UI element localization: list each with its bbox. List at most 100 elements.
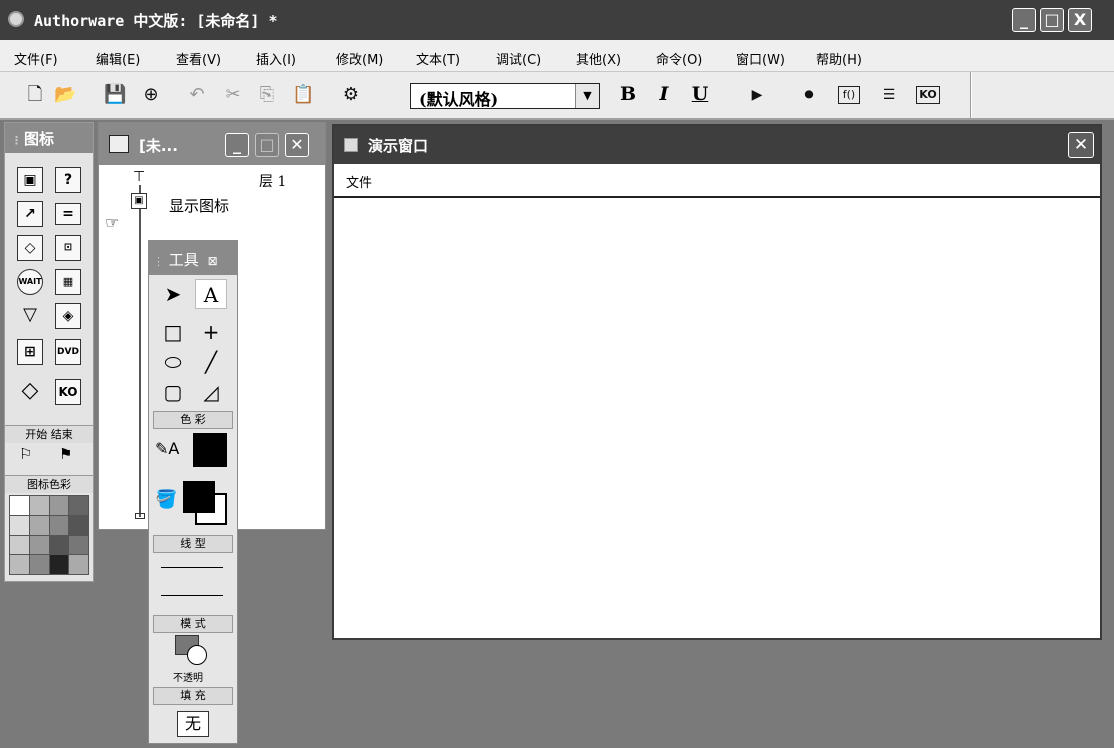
import-icon[interactable]: ⊕ [140,84,162,106]
menu-edit[interactable]: 编辑(E) [96,49,140,68]
color-swatch[interactable] [10,555,29,574]
knowledge-object-icon[interactable]: KO [55,379,81,405]
layer-label: 层 1 [259,174,287,190]
toolbar: 🗋 📂 💾 ⊕ ↶ ✂ ⎘ 📋 ⚙ (默认风格) ▼ B I U ▶ ⏺ f()… [0,72,1114,120]
polygon-tool[interactable]: ◿ [195,377,227,407]
underline-button[interactable]: U [688,82,712,106]
close-button[interactable]: X [1068,8,1092,32]
line-style-thin[interactable] [161,567,223,568]
paste-icon[interactable]: 📋 [292,84,314,106]
motion-icon[interactable]: ? [55,167,81,193]
line-tool[interactable]: ╱ [195,347,227,377]
navigate-icon[interactable]: ◇ [17,235,43,261]
color-swatch[interactable] [10,515,29,535]
icon-palette-header[interactable]: ⋮ 图标 [5,123,93,153]
color-swatch[interactable] [29,555,49,574]
run-icon[interactable]: ▶ [746,84,768,106]
presentation-close-button[interactable]: ✕ [1068,132,1094,158]
display-icon[interactable]: ▣ [17,167,43,193]
maximize-button[interactable]: □ [1040,8,1064,32]
display-icon[interactable]: ▣ [131,193,147,209]
digital-movie-icon[interactable]: ⊞ [17,339,43,365]
open-icon[interactable]: 📂 [54,84,76,106]
icon-color-grid[interactable] [9,495,89,575]
end-flag-icon[interactable]: ⚑ [59,445,72,463]
erase-icon[interactable]: ↗ [17,201,43,227]
calculation-icon[interactable]: ▽ [17,303,43,329]
map-icon[interactable]: ◈ [55,303,81,329]
menu-help[interactable]: 帮助(H) [816,49,862,68]
color-swatch[interactable] [10,496,29,515]
tools-palette-header[interactable]: ⋮ 工具 ⊠ [149,241,237,275]
ellipse-tool[interactable]: ⬭ [157,347,189,377]
cut-icon[interactable]: ✂ [222,84,244,106]
pointer-tool[interactable]: ➤ [157,279,189,309]
menu-control[interactable]: 调试(C) [496,49,541,68]
fill-color-swatch[interactable] [183,481,215,513]
menu-window[interactable]: 窗口(W) [736,49,785,68]
color-swatch[interactable] [49,496,69,515]
close-icon[interactable]: ⊠ [208,254,218,268]
wait-icon[interactable]: = [55,203,81,225]
rectangle-tool[interactable]: □ [157,317,189,347]
color-swatch[interactable] [69,555,88,574]
flowline-window-titlebar[interactable]: [未... _ □ ✕ [99,123,325,165]
copy-icon[interactable]: ⎘ [256,84,278,106]
functions-icon[interactable]: f() [838,86,860,104]
video-icon[interactable]: ◇ [17,379,43,405]
foreground-color-swatch[interactable] [193,433,227,467]
framework-icon[interactable]: ⊡ [55,235,81,261]
fill-pattern-button[interactable]: 无 [177,711,209,737]
crosshair-tool[interactable]: + [195,317,227,347]
minimize-button[interactable]: _ [1012,8,1036,32]
authorware-app-icon[interactable] [8,11,24,27]
menu-modify[interactable]: 修改(M) [336,49,383,68]
presentation-menu-file[interactable]: 文件 [346,172,372,191]
presentation-canvas[interactable] [334,200,1100,638]
style-select[interactable]: (默认风格) ▼ [410,83,600,109]
knowledge-objects-icon[interactable]: KO [916,86,940,104]
save-all-icon[interactable]: 💾 [104,84,126,106]
rounded-rectangle-tool[interactable]: ▢ [157,377,189,407]
color-swatch[interactable] [29,535,49,555]
menu-file[interactable]: 文件(F) [14,49,58,68]
flowline-close-button[interactable]: ✕ [285,133,309,157]
mode-swatch-front[interactable] [187,645,207,665]
color-swatch[interactable] [69,515,88,535]
bold-button[interactable]: B [616,82,640,106]
line-style-normal[interactable] [161,595,223,596]
menu-xtras[interactable]: 其他(X) [576,49,621,68]
color-swatch[interactable] [29,496,49,515]
menu-view[interactable]: 查看(V) [176,49,221,68]
undo-icon[interactable]: ↶ [186,84,208,106]
menu-commands[interactable]: 命令(O) [656,49,702,68]
find-icon[interactable]: ⚙ [340,84,362,106]
chevron-down-icon[interactable]: ▼ [575,84,599,108]
color-swatch[interactable] [29,515,49,535]
variables-icon[interactable]: ☰ [878,84,900,106]
menu-text[interactable]: 文本(T) [416,49,460,68]
color-swatch[interactable] [49,555,69,574]
italic-button[interactable]: I [652,82,676,106]
new-icon[interactable]: 🗋 [24,84,46,106]
icon-palette: ⋮ 图标 ▣ ? ↗ = ◇ ⊡ WAIT ▦ ▽ ◈ ⊞ DVD ◇ KO 开始… [4,122,94,582]
control-panel-icon[interactable]: ⏺ [798,84,820,106]
flowline-window-title: [未... [139,137,178,155]
flowline[interactable] [139,185,141,517]
start-flag-icon[interactable]: ⚐ [19,445,32,463]
flowline-maximize-button[interactable]: □ [255,133,279,157]
menu-insert[interactable]: 插入(I) [256,49,296,68]
color-swatch[interactable] [69,535,88,555]
flowline-minimize-button[interactable]: _ [225,133,249,157]
presentation-window-titlebar[interactable]: 演示窗口 ✕ [334,126,1100,164]
color-swatch[interactable] [69,496,88,515]
interaction-icon[interactable]: ▦ [55,269,81,295]
color-swatch[interactable] [49,515,69,535]
decision-icon[interactable]: WAIT [17,269,43,295]
color-swatch[interactable] [10,535,29,555]
color-swatch[interactable] [49,535,69,555]
sound-icon[interactable]: DVD [55,339,81,365]
text-tool[interactable]: A [195,279,227,309]
display-icon-label[interactable]: 显示图标 [169,195,229,216]
fill-section-label: 填 充 [153,687,233,705]
